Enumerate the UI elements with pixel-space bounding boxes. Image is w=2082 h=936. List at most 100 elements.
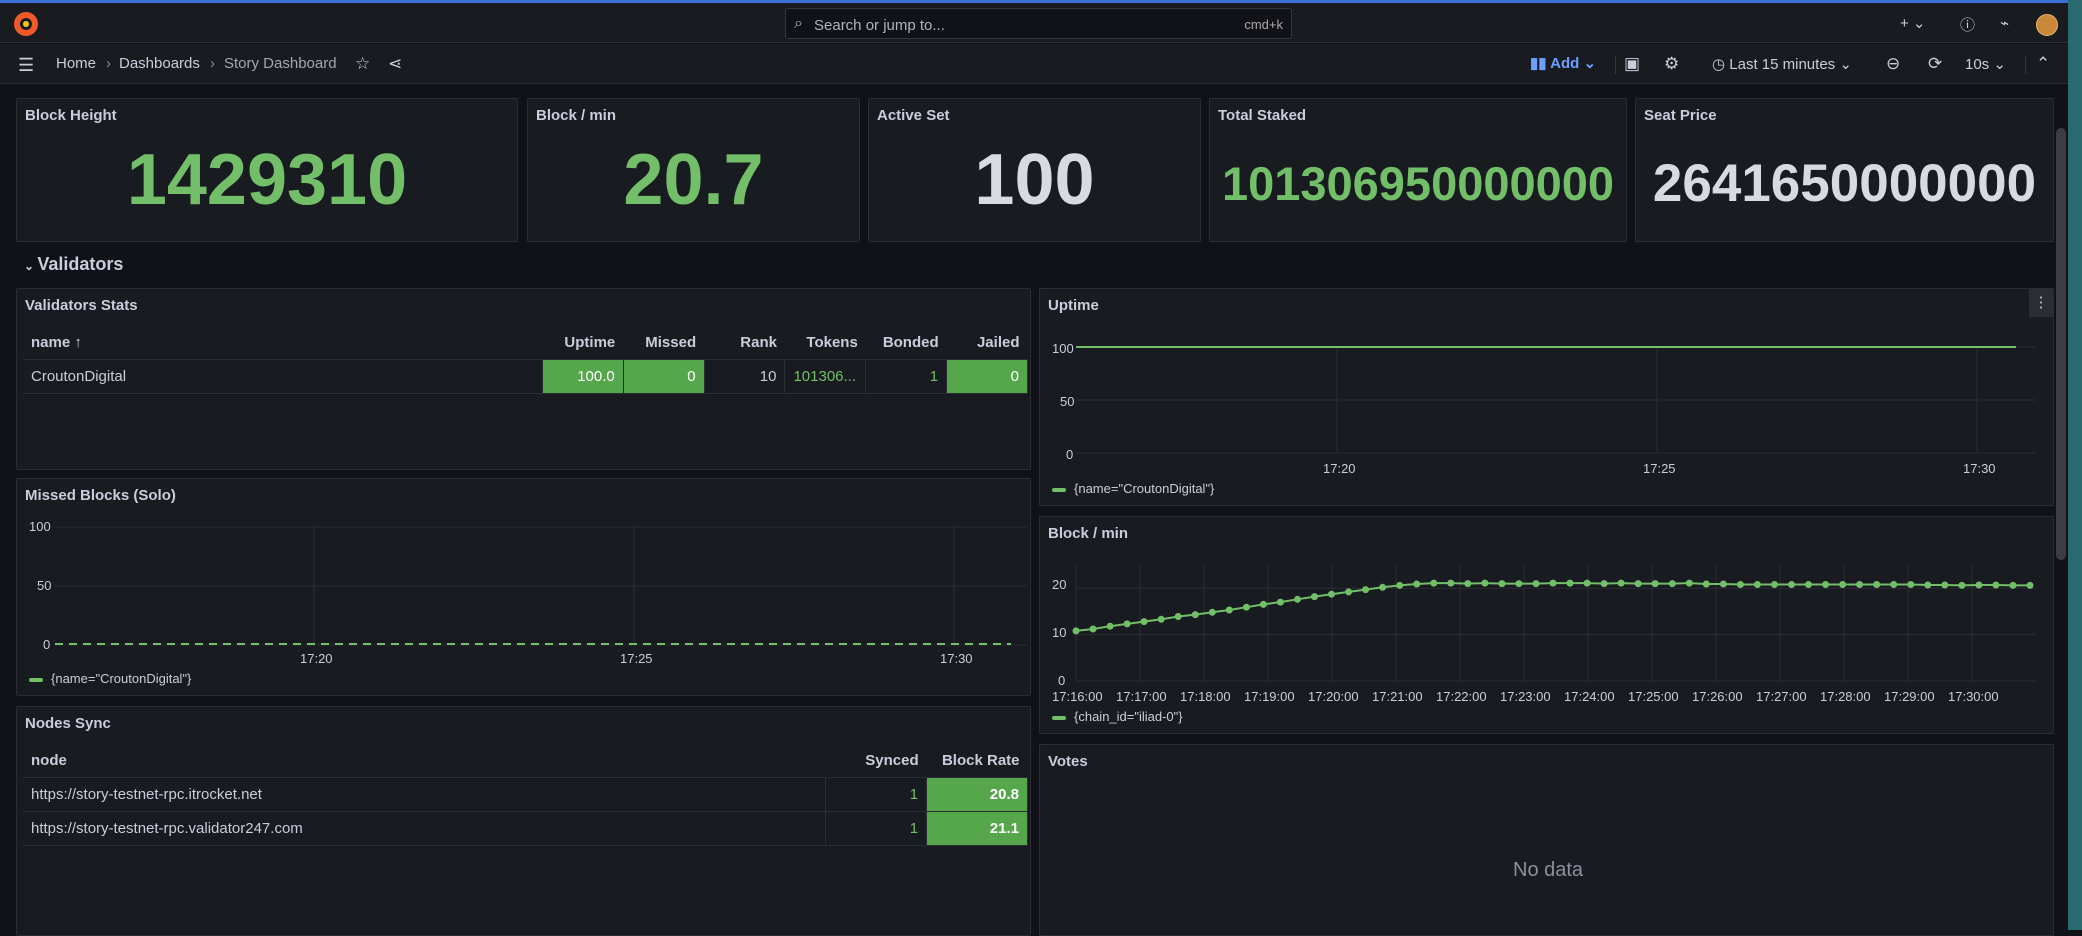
- plus-icon[interactable]: + ⌄: [1900, 14, 1926, 32]
- x-tick: 17:20: [1323, 461, 1356, 476]
- panel-validators-stats: Validators Stats name ↑ Uptime Missed Ra…: [16, 288, 1031, 470]
- help-icon[interactable]: ⓘ: [1960, 14, 1975, 35]
- avatar[interactable]: [2036, 14, 2058, 36]
- table-row: https://story-testnet-rpc.itrocket.net 1…: [23, 777, 1028, 812]
- panel-nodes-sync: Nodes Sync node Synced Block Rate https:…: [16, 706, 1031, 936]
- zoom-out-icon[interactable]: ⊖: [1886, 54, 1900, 74]
- data-point: [1396, 581, 1404, 589]
- cell-name: CroutonDigital: [23, 359, 543, 394]
- legend-label: {chain_id="iliad-0"}: [1074, 709, 1183, 724]
- cell-rank: 10: [704, 359, 786, 394]
- stat-panel-active-set: Active Set 100: [868, 98, 1201, 242]
- legend-item[interactable]: {chain_id="iliad-0"}: [1052, 709, 1183, 724]
- add-button[interactable]: ▮▮ Add ⌄: [1530, 54, 1596, 72]
- column-header-node[interactable]: node: [23, 745, 826, 778]
- data-point: [1481, 579, 1489, 587]
- data-point: [1702, 580, 1710, 588]
- table-header-row: node Synced Block Rate: [23, 745, 1028, 778]
- column-header-block-rate[interactable]: Block Rate: [926, 745, 1028, 778]
- column-header-synced[interactable]: Synced: [825, 745, 927, 778]
- data-point: [1362, 586, 1370, 594]
- x-tick: 17:25: [620, 651, 653, 666]
- panel-title: Block Height: [25, 107, 117, 124]
- x-tick: 17:25: [1643, 461, 1676, 476]
- row-title-validators[interactable]: ⌄ Validators: [24, 254, 123, 275]
- panel-uptime: Uptime ⋮ 100 50 0 17:20 17:25 17:30 {nam…: [1039, 288, 2054, 506]
- column-header-name[interactable]: name ↑: [23, 327, 543, 360]
- data-point: [1668, 580, 1676, 588]
- data-point: [1839, 581, 1847, 588]
- data-point: [1242, 603, 1250, 611]
- x-tick: 17:17:00: [1116, 689, 1167, 704]
- breadcrumb-home[interactable]: Home: [56, 55, 96, 72]
- scrollbar[interactable]: [2056, 128, 2066, 560]
- y-tick: 50: [37, 578, 52, 593]
- legend-item[interactable]: {name="CroutonDigital"}: [29, 671, 191, 686]
- data-point: [1140, 618, 1148, 626]
- save-icon[interactable]: ▣: [1624, 54, 1640, 74]
- x-tick: 17:20: [300, 651, 333, 666]
- data-point: [1345, 588, 1353, 596]
- data-point: [2026, 581, 2034, 589]
- data-point: [2009, 581, 2017, 589]
- breadcrumb-dashboards[interactable]: Dashboards: [119, 55, 200, 72]
- column-header-jailed[interactable]: Jailed: [946, 327, 1028, 360]
- news-icon[interactable]: ⌁: [2000, 14, 2009, 32]
- data-point: [1123, 620, 1131, 628]
- panel-menu-icon[interactable]: ⋮: [2029, 289, 2053, 317]
- y-tick: 0: [1066, 447, 1074, 462]
- legend-swatch: [1052, 715, 1066, 720]
- column-header-rank[interactable]: Rank: [704, 327, 785, 360]
- column-header-missed[interactable]: Missed: [623, 327, 705, 360]
- data-point: [1515, 580, 1523, 588]
- column-header-bonded[interactable]: Bonded: [865, 327, 947, 360]
- data-point: [1259, 600, 1267, 608]
- x-tick: 17:18:00: [1180, 689, 1231, 704]
- block-per-min-chart: [1072, 565, 2036, 682]
- star-icon[interactable]: ☆: [355, 54, 370, 74]
- y-tick: 20: [1052, 577, 1067, 592]
- refresh-interval-picker[interactable]: 10s ⌄: [1965, 55, 2006, 73]
- column-header-uptime[interactable]: Uptime: [542, 327, 624, 360]
- x-tick: 17:28:00: [1820, 689, 1871, 704]
- stat-panel-seat-price: Seat Price 2641650000000: [1635, 98, 2054, 242]
- column-header-tokens[interactable]: Tokens: [784, 327, 866, 360]
- gear-icon[interactable]: ⚙: [1664, 54, 1679, 74]
- legend-item[interactable]: {name="CroutonDigital"}: [1052, 481, 1214, 496]
- share-icon[interactable]: ⋖: [388, 54, 402, 74]
- stat-value: 20.7: [623, 140, 764, 220]
- data-point: [1294, 595, 1301, 603]
- collapse-icon[interactable]: ⌃: [2036, 54, 2050, 74]
- panel-votes: Votes No data: [1039, 744, 2054, 936]
- cell-node: https://story-testnet-rpc.validator247.c…: [23, 811, 827, 846]
- cell-synced: 1: [825, 811, 928, 846]
- refresh-icon[interactable]: ⟳: [1928, 54, 1942, 74]
- grafana-logo-icon[interactable]: [14, 12, 38, 36]
- menu-icon[interactable]: ☰: [18, 55, 34, 76]
- y-tick: 0: [1058, 673, 1066, 688]
- search-input[interactable]: ⌕ Search or jump to... cmd+k: [785, 8, 1292, 39]
- stat-panel-block-min: Block / min 20.7: [527, 98, 860, 242]
- data-point: [1992, 581, 2000, 589]
- data-point: [1549, 579, 1557, 587]
- panel-title: Votes: [1048, 753, 1088, 770]
- stat-value: 101306950000000: [1221, 157, 1615, 210]
- shortcut-hint: cmd+k: [1244, 17, 1283, 32]
- table-row: CroutonDigital 100.0 0 10 101306... 1 0: [23, 359, 1028, 394]
- divider: [1615, 56, 1616, 74]
- data-point: [1157, 615, 1165, 623]
- panel-missed-blocks: Missed Blocks (Solo) 100 50 0 17:20 17:2…: [16, 478, 1031, 696]
- window-edge: [2068, 0, 2082, 930]
- cell-node: https://story-testnet-rpc.itrocket.net: [23, 777, 827, 812]
- panel-block-per-min: Block / min 20 10 0 17:16:00 17:17:00 17:1…: [1039, 516, 2054, 734]
- data-point: [1924, 581, 1932, 589]
- stat-value: 1429310: [126, 140, 408, 220]
- data-point: [1890, 581, 1898, 588]
- time-range-picker[interactable]: ◷ Last 15 minutes ⌄: [1712, 55, 1852, 73]
- data-point: [1532, 580, 1540, 588]
- x-tick: 17:24:00: [1564, 689, 1615, 704]
- data-point: [1856, 581, 1864, 588]
- row-title-label: Validators: [37, 254, 124, 274]
- data-point: [1651, 580, 1659, 588]
- data-point: [1719, 580, 1727, 588]
